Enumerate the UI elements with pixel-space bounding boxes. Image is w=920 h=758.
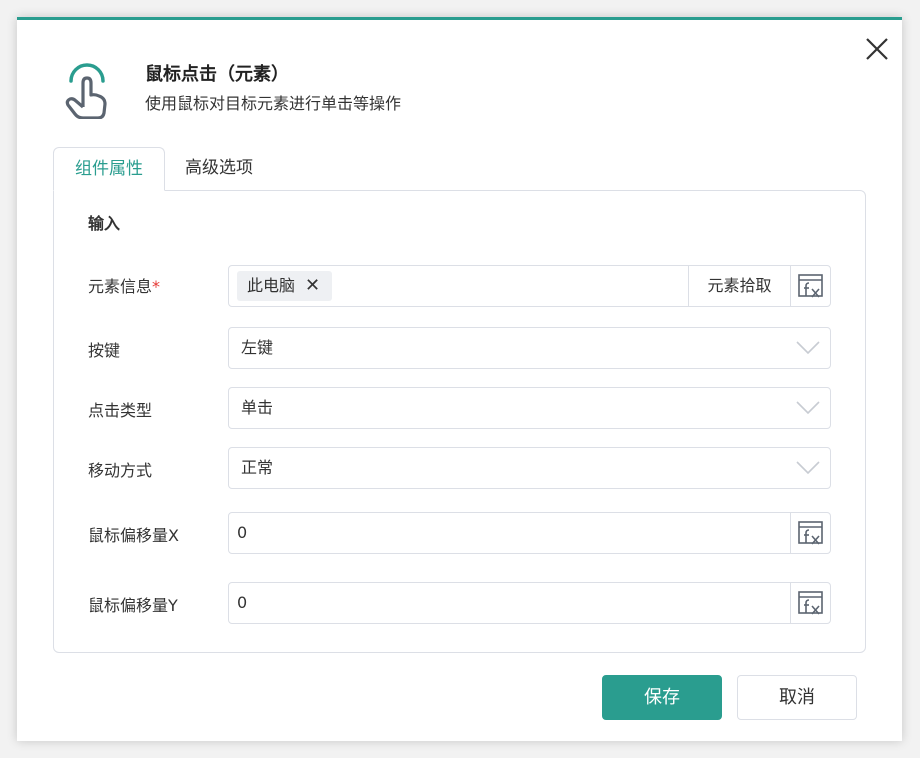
move-mode-select[interactable]: 正常 xyxy=(228,447,831,489)
click-type-value: 单击 xyxy=(241,398,274,417)
element-info-label-text: 元素信息 xyxy=(88,277,153,296)
key-select[interactable]: 左键 xyxy=(228,327,831,369)
tap-hand-icon xyxy=(65,63,107,119)
mouse-click-dialog: 鼠标点击（元素） 使用鼠标对目标元素进行单击等操作 组件属性 高级选项 输入 元… xyxy=(17,17,902,741)
element-tag: 此电脑 ✕ xyxy=(237,271,333,301)
chevron-down-icon xyxy=(796,461,820,475)
offset-y-input[interactable]: 0 xyxy=(228,582,831,624)
fx-expression-icon xyxy=(797,591,823,615)
properties-panel: 输入 元素信息* 此电脑 ✕ 元素拾取 按键 左键 点击类型 单击 移动方式 正… xyxy=(53,190,866,653)
element-fx-button[interactable] xyxy=(790,266,830,306)
click-type-select[interactable]: 单击 xyxy=(228,387,831,429)
offset-y-label: 鼠标偏移量Y xyxy=(88,596,178,615)
dialog-subtitle: 使用鼠标对目标元素进行单击等操作 xyxy=(145,94,402,113)
fx-expression-icon xyxy=(797,521,823,545)
chevron-down-icon xyxy=(796,401,820,415)
save-button[interactable]: 保存 xyxy=(602,675,722,720)
tab-component-properties[interactable]: 组件属性 xyxy=(53,147,165,191)
element-tag-text: 此电脑 xyxy=(247,276,296,295)
move-mode-value: 正常 xyxy=(241,458,274,477)
key-select-value: 左键 xyxy=(241,338,274,357)
click-type-label: 点击类型 xyxy=(88,401,153,420)
section-title: 输入 xyxy=(88,214,121,233)
offset-x-input[interactable]: 0 xyxy=(228,512,831,554)
element-pick-button[interactable]: 元素拾取 xyxy=(688,266,790,306)
close-icon[interactable] xyxy=(864,36,890,62)
dialog-title: 鼠标点击（元素） xyxy=(145,64,289,85)
element-info-label: 元素信息* xyxy=(88,273,160,297)
offset-y-value: 0 xyxy=(237,593,248,612)
element-info-field[interactable]: 此电脑 ✕ 元素拾取 xyxy=(228,265,831,307)
key-label: 按键 xyxy=(88,341,121,360)
tab-advanced-options[interactable]: 高级选项 xyxy=(167,147,271,191)
offset-x-label: 鼠标偏移量X xyxy=(88,526,179,545)
required-mark: * xyxy=(152,277,161,296)
offset-x-value: 0 xyxy=(237,523,248,542)
move-mode-label: 移动方式 xyxy=(88,461,153,480)
cancel-button[interactable]: 取消 xyxy=(737,675,857,720)
chevron-down-icon xyxy=(796,341,820,355)
offset-y-fx-button[interactable] xyxy=(790,583,830,623)
tag-remove-icon[interactable]: ✕ xyxy=(305,271,320,301)
fx-expression-icon xyxy=(797,274,823,298)
offset-x-fx-button[interactable] xyxy=(790,513,830,553)
